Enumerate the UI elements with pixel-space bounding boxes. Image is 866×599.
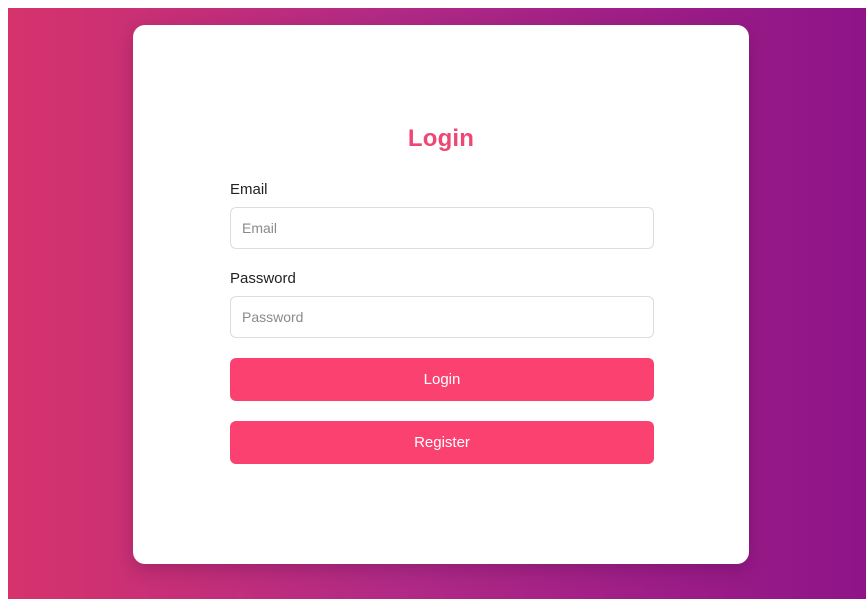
login-title: Login [407, 125, 475, 152]
register-button[interactable]: Register [230, 421, 654, 464]
login-button[interactable]: Login [230, 358, 654, 401]
login-card: Login Email Password Login Register [133, 25, 749, 564]
email-label: Email [230, 181, 268, 198]
email-input[interactable] [230, 207, 654, 249]
password-input[interactable] [230, 296, 654, 338]
password-label: Password [230, 270, 296, 287]
page-background: Login Email Password Login Register [8, 8, 866, 599]
